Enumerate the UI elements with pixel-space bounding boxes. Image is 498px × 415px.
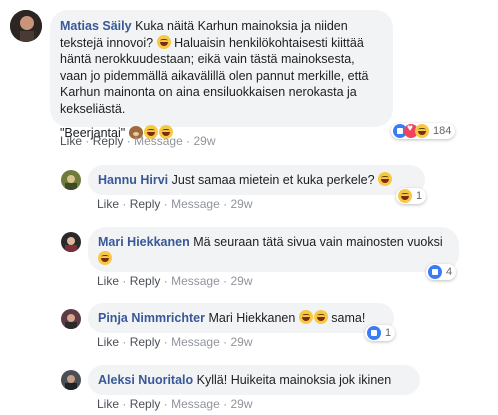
laughing-emoji-icon (298, 310, 313, 324)
reaction-summary[interactable]: 184 (391, 123, 456, 139)
timestamp[interactable]: 29w (230, 197, 252, 211)
comment-actions: Like · Reply · Message · 29w (97, 397, 253, 411)
timestamp[interactable]: 29w (230, 335, 252, 349)
avatar-photo-icon (61, 370, 81, 390)
comment-actions: Like · Reply · Message · 29w (97, 197, 253, 211)
comment-bubble: Hannu Hirvi Just samaa mietein et kuka p… (88, 165, 425, 195)
laughing-emoji-icon (415, 124, 429, 138)
commenter-name[interactable]: Aleksi Nuoritalo (98, 373, 193, 387)
message-link[interactable]: Message (171, 274, 220, 288)
reply-link[interactable]: Reply (93, 134, 124, 148)
commenter-name[interactable]: Pinja Nimmrichter (98, 311, 205, 325)
laughing-emoji-icon (398, 189, 412, 203)
commenter-name[interactable]: Mari Hiekkanen (98, 235, 190, 249)
reply-link[interactable]: Reply (130, 335, 161, 349)
comment-bubble: Mari Hiekkanen Mä seuraan tätä sivua vai… (88, 227, 459, 272)
message-link[interactable]: Message (134, 134, 183, 148)
like-link[interactable]: Like (60, 134, 82, 148)
like-reaction-icon (428, 265, 442, 279)
avatar-photo-icon (61, 232, 81, 252)
message-link[interactable]: Message (171, 335, 220, 349)
avatar[interactable] (61, 170, 81, 190)
laughing-emoji-icon (313, 310, 328, 324)
avatar-photo-icon (61, 170, 81, 190)
avatar[interactable] (10, 10, 42, 42)
avatar[interactable] (61, 232, 81, 252)
comment-actions: Like · Reply · Message · 29w (97, 335, 253, 349)
comment-text: Kyllä! Huikeita mainoksia jok ikinen (196, 373, 392, 387)
reply-link[interactable]: Reply (130, 397, 161, 411)
comment-text-2: sama! (331, 311, 366, 325)
like-link[interactable]: Like (97, 397, 119, 411)
comment-text: Just samaa mietein et kuka perkele? (171, 173, 375, 187)
comment-actions: Like · Reply · Message · 29w (60, 134, 216, 148)
comment-text: Mä seuraan tätä sivua vain mainosten vuo… (193, 235, 443, 249)
reaction-count: 184 (433, 125, 452, 137)
commenter-name[interactable]: Hannu Hirvi (98, 173, 168, 187)
reply-link[interactable]: Reply (130, 274, 161, 288)
reply-link[interactable]: Reply (130, 197, 161, 211)
like-reaction-icon (367, 326, 381, 340)
avatar[interactable] (61, 370, 81, 390)
laughing-emoji-icon (378, 172, 393, 186)
laughing-emoji-icon (98, 250, 112, 265)
avatar-photo-icon (10, 10, 42, 42)
timestamp[interactable]: 29w (193, 134, 215, 148)
comment-bubble: Matias Säily Kuka näitä Karhun mainoksia… (50, 10, 393, 140)
reaction-count: 1 (416, 190, 423, 202)
message-link[interactable]: Message (171, 197, 220, 211)
reaction-summary[interactable]: 1 (365, 325, 396, 341)
like-link[interactable]: Like (97, 197, 119, 211)
avatar[interactable] (61, 309, 81, 329)
comment-bubble: Aleksi Nuoritalo Kyllä! Huikeita mainoks… (88, 365, 420, 395)
comment-actions: Like · Reply · Message · 29w (97, 274, 253, 288)
like-link[interactable]: Like (97, 274, 119, 288)
avatar-photo-icon (61, 309, 81, 329)
message-link[interactable]: Message (171, 397, 220, 411)
like-link[interactable]: Like (97, 335, 119, 349)
reaction-summary[interactable]: 4 (426, 264, 457, 280)
reaction-summary[interactable]: 1 (396, 188, 427, 204)
timestamp[interactable]: 29w (230, 397, 252, 411)
timestamp[interactable]: 29w (230, 274, 252, 288)
mention-text[interactable]: Mari Hiekkanen (208, 311, 295, 325)
laughing-emoji-icon (156, 34, 171, 49)
reaction-count: 4 (446, 266, 453, 278)
reaction-count: 1 (385, 327, 392, 339)
commenter-name[interactable]: Matias Säily (60, 19, 132, 33)
comment-bubble: Pinja Nimmrichter Mari Hiekkanen sama! (88, 303, 394, 333)
